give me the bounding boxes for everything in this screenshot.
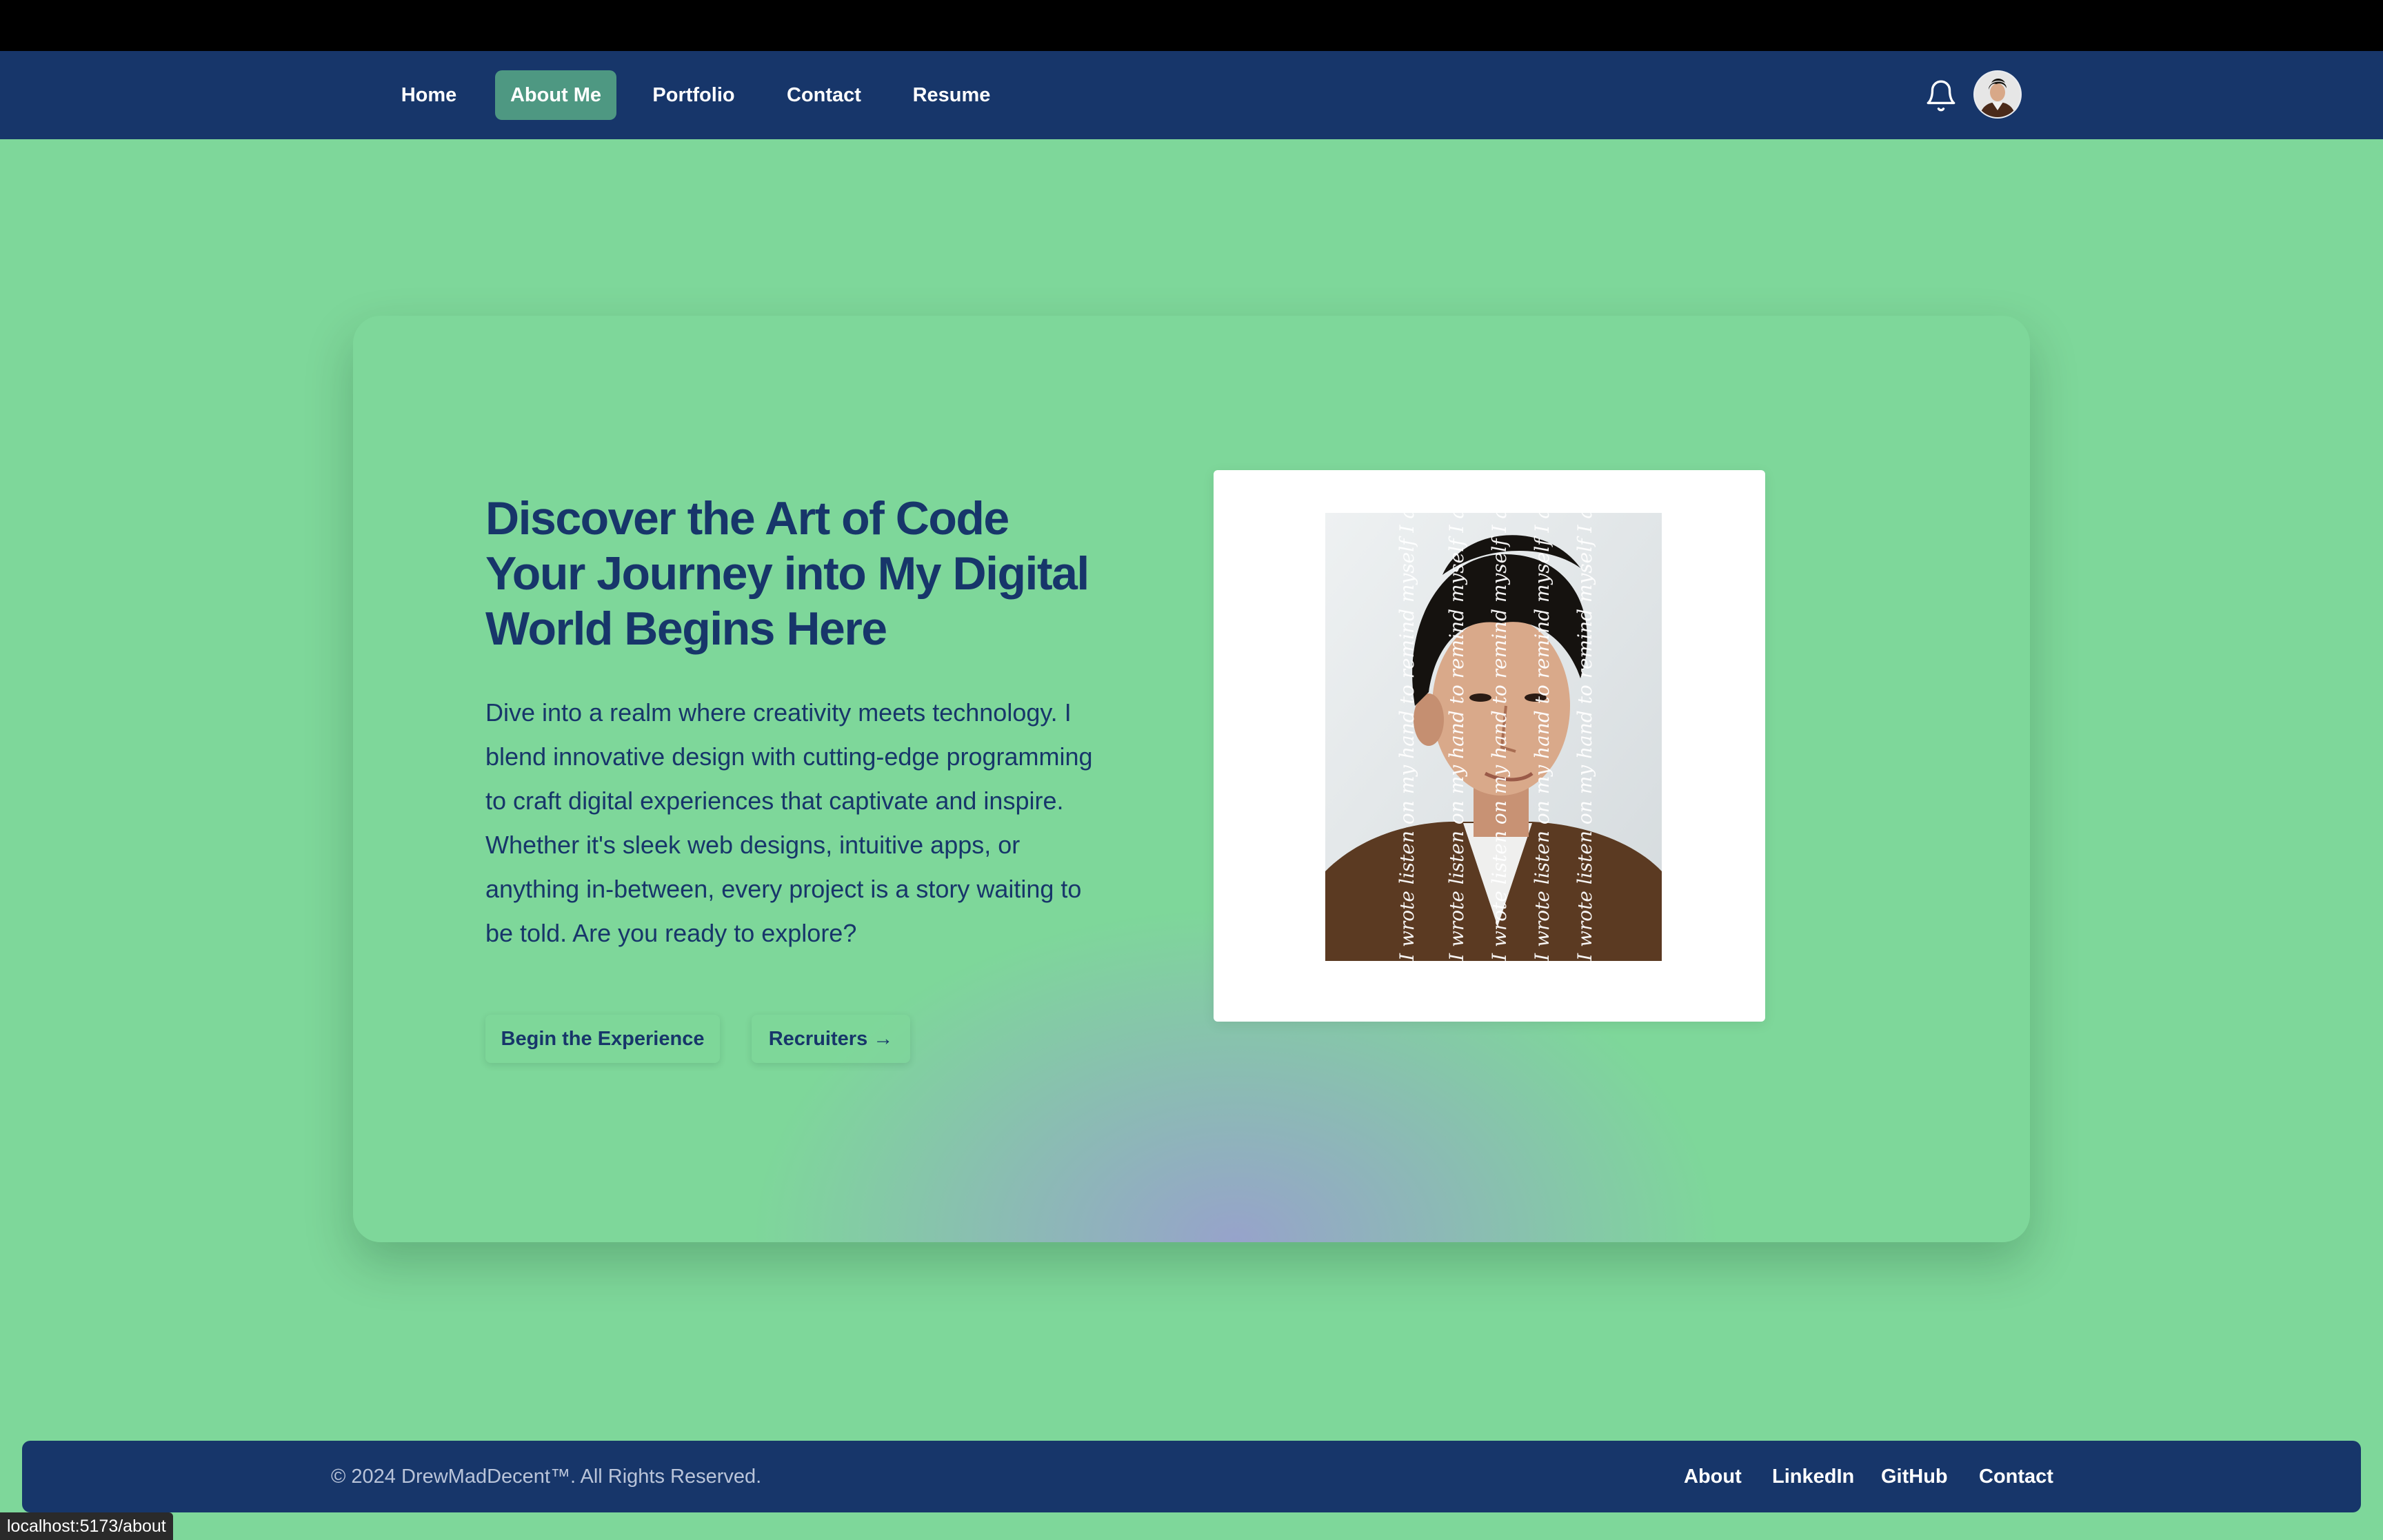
- nav-home[interactable]: Home: [386, 70, 472, 120]
- footer-link-about[interactable]: About: [1684, 1463, 1742, 1490]
- nav-about-me[interactable]: About Me: [495, 70, 616, 120]
- nav-resume[interactable]: Resume: [903, 70, 1000, 120]
- overlay-text-4: I wrote listen on my hand to remind myse…: [1531, 513, 1554, 961]
- hero-title-line-1: Discover the Art of Code: [485, 492, 1009, 545]
- footer-link-github[interactable]: GitHub: [1881, 1463, 1948, 1490]
- recruiters-button[interactable]: Recruiters →: [752, 1015, 910, 1063]
- footer-link-contact[interactable]: Contact: [1979, 1463, 2053, 1490]
- portrait-photo: I wrote listen on my hand to remind myse…: [1325, 513, 1662, 961]
- overlay-text-1: I wrote listen on my hand to remind myse…: [1396, 513, 1418, 961]
- bell-icon[interactable]: [1924, 79, 1958, 113]
- main-navbar: Home About Me Portfolio Contact Resume: [0, 51, 2383, 139]
- window-top-bar: [0, 0, 2383, 51]
- hero-description: Dive into a realm where creativity meets…: [485, 698, 1093, 947]
- overlay-text-5: I wrote listen on my hand to remind myse…: [1573, 513, 1596, 961]
- overlay-text-3: I wrote listen on my hand to remind myse…: [1488, 513, 1511, 961]
- hero-title-line-3: Begins Here: [612, 602, 887, 655]
- site-footer: © 2024 DrewMadDecent™. All Rights Reserv…: [22, 1441, 2361, 1512]
- footer-link-linkedin[interactable]: LinkedIn: [1772, 1463, 1854, 1490]
- nav-portfolio[interactable]: Portfolio: [640, 70, 747, 120]
- avatar[interactable]: [1975, 72, 2020, 117]
- hero-title-emphasis: World: [485, 602, 613, 655]
- overlay-text-2: I wrote listen on my hand to remind myse…: [1445, 513, 1468, 961]
- footer-copyright: © 2024 DrewMadDecent™. All Rights Reserv…: [331, 1466, 762, 1488]
- begin-experience-button[interactable]: Begin the Experience: [485, 1015, 720, 1063]
- status-bar-url: localhost:5173/about: [0, 1512, 173, 1540]
- nav-contact[interactable]: Contact: [772, 70, 876, 120]
- hero-title: Discover the Art of Code Your Journey in…: [485, 491, 1134, 656]
- portrait-frame: I wrote listen on my hand to remind myse…: [1214, 470, 1765, 1022]
- hero-title-line-2: Your Journey into My Digital: [485, 547, 1089, 600]
